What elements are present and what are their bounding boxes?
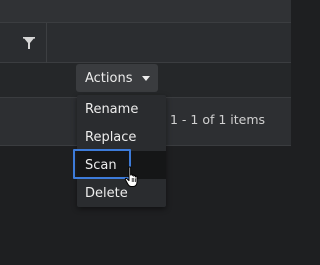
menu-item-delete[interactable]: Delete [77, 179, 166, 207]
menu-item-label: Rename [85, 101, 139, 117]
menu-item-label: Scan [85, 157, 117, 173]
column-filter-button[interactable] [18, 32, 40, 54]
actions-button-label: Actions [85, 70, 133, 86]
menu-item-label: Replace [85, 129, 137, 145]
pager-info-text: 1 - 1 of 1 items [170, 112, 266, 127]
column-divider [46, 23, 47, 63]
grid-header-strip [0, 0, 291, 22]
filter-funnel-icon [22, 36, 36, 50]
caret-down-icon [141, 75, 150, 81]
actions-menu: Rename Replace Scan Delete [73, 95, 166, 207]
menu-item-rename[interactable]: Rename [77, 95, 166, 123]
menu-item-replace[interactable]: Replace [77, 123, 166, 151]
menu-item-scan[interactable]: Scan [73, 149, 166, 179]
menu-item-label: Delete [85, 185, 128, 201]
grid-filter-row [0, 22, 291, 63]
actions-dropdown-button[interactable]: Actions [76, 64, 158, 92]
